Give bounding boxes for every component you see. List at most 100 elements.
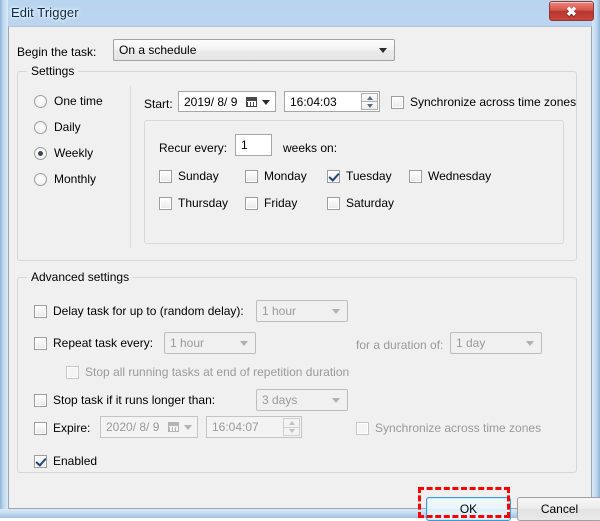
expire-time-spinner[interactable]	[283, 418, 300, 436]
radio-label: Weekly	[54, 146, 94, 160]
start-time-spinner[interactable]	[361, 93, 378, 110]
expire-sync-time-zones-checkbox[interactable]: Synchronize across time zones	[356, 421, 541, 435]
expire-time-value: 16:04:07	[212, 420, 259, 434]
begin-task-combo[interactable]: On a schedule	[113, 39, 395, 61]
radio-label: One time	[54, 94, 103, 108]
repeat-task-checkbox[interactable]: Repeat task every:	[34, 336, 153, 350]
chevron-down-icon	[184, 425, 192, 430]
chevron-down-icon	[379, 48, 387, 53]
checkbox-indicator	[159, 196, 172, 210]
radio-weekly[interactable]: Weekly	[34, 146, 93, 160]
radio-monthly[interactable]: Monthly	[34, 172, 96, 186]
enabled-checkbox[interactable]: Enabled	[34, 454, 97, 468]
window-title: Edit Trigger	[11, 5, 79, 20]
spinner-down-icon[interactable]	[361, 102, 378, 110]
chevron-down-icon	[526, 341, 534, 346]
close-button[interactable]: ✖	[549, 1, 594, 21]
weekday-label: Friday	[264, 196, 298, 210]
weeks-on-label: weeks on:	[283, 141, 338, 155]
radio-indicator	[34, 172, 47, 186]
delay-task-value: 1 hour	[262, 304, 297, 318]
start-date-input[interactable]: 2019/ 8/ 9	[178, 91, 276, 112]
weekday-label: Saturday	[346, 196, 395, 210]
radio-indicator	[34, 94, 47, 108]
checkbox-indicator	[66, 365, 79, 379]
radio-indicator	[34, 146, 47, 160]
edit-trigger-window: Edit Trigger ✖ Begin the task: On a sche…	[0, 0, 600, 521]
radio-label: Monthly	[54, 172, 97, 186]
settings-legend: Settings	[27, 64, 79, 78]
calendar-icon	[246, 96, 257, 107]
weekday-checkbox-wednesday[interactable]: Wednesday	[409, 169, 491, 183]
weekday-checkbox-sunday[interactable]: Sunday	[159, 169, 219, 183]
chevron-down-icon	[332, 309, 340, 314]
checkbox-indicator	[34, 454, 47, 468]
enabled-label: Enabled	[53, 454, 98, 468]
weekday-label: Thursday	[178, 196, 229, 210]
sync-time-zones-checkbox[interactable]: Synchronize across time zones	[391, 95, 576, 109]
recur-weeks-input[interactable]: 1	[235, 134, 272, 156]
repeat-task-label: Repeat task every:	[53, 336, 154, 350]
close-x-icon: ✖	[566, 3, 577, 19]
checkbox-indicator	[245, 169, 258, 183]
delay-task-checkbox[interactable]: Delay task for up to (random delay):	[34, 304, 244, 318]
delay-task-label: Delay task for up to (random delay):	[53, 304, 244, 318]
duration-value: 1 day	[456, 336, 486, 350]
expire-date-input[interactable]: 2020/ 8/ 9	[100, 416, 198, 438]
start-label: Start:	[144, 97, 173, 111]
cancel-button[interactable]: Cancel	[517, 497, 600, 521]
stop-longer-value: 3 days	[262, 393, 298, 407]
radio-indicator	[34, 120, 47, 134]
window-frame-right	[592, 0, 600, 518]
stop-longer-checkbox[interactable]: Stop task if it runs longer than:	[34, 393, 215, 407]
start-time-input[interactable]: 16:04:03	[284, 91, 380, 112]
spinner-up-icon[interactable]	[283, 418, 300, 428]
expire-checkbox[interactable]: Expire:	[34, 421, 90, 435]
stop-longer-combo[interactable]: 3 days	[256, 389, 348, 411]
checkbox-indicator	[327, 196, 340, 210]
settings-group: Settings One time Daily Weekly Monthly S…	[17, 64, 577, 261]
checkbox-indicator	[245, 196, 258, 210]
chevron-down-icon	[262, 99, 270, 105]
weekday-checkbox-friday[interactable]: Friday	[245, 196, 297, 210]
recur-every-label: Recur every:	[159, 141, 228, 155]
weekday-checkbox-monday[interactable]: Monday	[245, 169, 307, 183]
start-date-value: 2019/ 8/ 9	[184, 94, 238, 109]
advanced-settings-group: Advanced settings Delay task for up to (…	[17, 270, 577, 473]
title-bar: Edit Trigger ✖	[0, 0, 600, 26]
repeat-interval-combo[interactable]: 1 hour	[164, 332, 256, 354]
weekday-label: Wednesday	[428, 169, 492, 183]
weekday-checkbox-thursday[interactable]: Thursday	[159, 196, 228, 210]
delay-task-combo[interactable]: 1 hour	[256, 300, 348, 322]
stop-longer-label: Stop task if it runs longer than:	[53, 393, 216, 407]
stop-at-end-label: Stop all running tasks at end of repetit…	[85, 365, 350, 379]
begin-task-value: On a schedule	[119, 43, 197, 57]
expire-sync-label: Synchronize across time zones	[375, 421, 542, 435]
radio-daily[interactable]: Daily	[34, 120, 81, 134]
checkbox-indicator	[409, 169, 422, 183]
expire-time-input[interactable]: 16:04:07	[206, 416, 302, 438]
stop-at-end-checkbox[interactable]: Stop all running tasks at end of repetit…	[66, 365, 349, 379]
spinner-up-icon[interactable]	[361, 93, 378, 102]
advanced-settings-legend: Advanced settings	[27, 270, 134, 284]
dialog-client-area: Begin the task: On a schedule Settings O…	[8, 26, 600, 521]
weekly-recurrence-panel: Recur every: 1 weeks on: Sunday Monday T…	[144, 120, 564, 244]
expire-label: Expire:	[53, 421, 91, 435]
checkbox-indicator	[34, 421, 47, 435]
checkbox-indicator	[356, 421, 369, 435]
window-frame-left	[0, 0, 8, 518]
sync-time-zones-label: Synchronize across time zones	[410, 95, 577, 109]
settings-divider	[130, 86, 131, 248]
checkbox-indicator	[34, 393, 47, 407]
duration-combo[interactable]: 1 day	[450, 332, 542, 354]
begin-task-label: Begin the task:	[17, 45, 97, 59]
checkbox-indicator	[391, 95, 404, 109]
radio-one-time[interactable]: One time	[34, 94, 103, 108]
spinner-down-icon[interactable]	[283, 427, 300, 436]
ok-button[interactable]: OK	[426, 497, 511, 521]
repeat-interval-value: 1 hour	[170, 336, 205, 350]
calendar-icon	[168, 422, 179, 432]
radio-label: Daily	[54, 120, 81, 134]
weekday-checkbox-tuesday[interactable]: Tuesday	[327, 169, 392, 183]
weekday-checkbox-saturday[interactable]: Saturday	[327, 196, 394, 210]
